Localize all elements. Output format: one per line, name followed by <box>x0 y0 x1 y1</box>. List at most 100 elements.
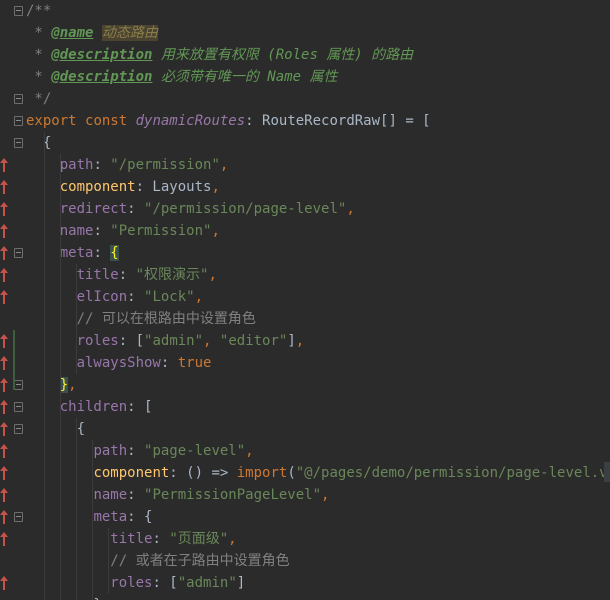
code-line[interactable]: meta: { <box>26 242 119 264</box>
change-gutter <box>0 0 12 600</box>
code-token: "PermissionPageLevel" <box>144 487 322 503</box>
vcs-change-arrow-icon[interactable] <box>0 356 8 370</box>
code-line[interactable]: */ <box>26 88 51 110</box>
vcs-change-arrow-icon[interactable] <box>0 158 8 172</box>
fold-toggle-icon[interactable] <box>14 248 23 258</box>
code-token: "Lock" <box>144 289 195 305</box>
vcs-change-arrow-icon[interactable] <box>0 466 8 480</box>
code-token: , <box>211 179 220 195</box>
vcs-change-arrow-icon[interactable] <box>0 510 8 524</box>
code-token: * <box>26 25 52 41</box>
code-line[interactable]: }, <box>26 594 110 600</box>
code-token: title <box>110 531 153 547</box>
code-token: roles <box>110 575 153 591</box>
code-line[interactable]: component: Layouts, <box>26 176 220 198</box>
code-token: : [ <box>118 333 145 349</box>
code-line[interactable]: name: "Permission", <box>26 220 220 242</box>
fold-toggle-icon[interactable] <box>14 380 23 390</box>
code-line[interactable]: // 或者在子路由中设置角色 <box>26 550 289 572</box>
code-line[interactable]: roles: ["admin"] <box>26 572 245 594</box>
indent-guide <box>76 418 77 600</box>
fold-toggle-icon[interactable] <box>14 138 23 148</box>
fold-gutter <box>12 0 26 600</box>
code-line[interactable]: alwaysShow: true <box>26 352 212 374</box>
fold-toggle-icon[interactable] <box>14 512 23 522</box>
code-token: : Layouts <box>135 179 212 195</box>
code-line[interactable]: redirect: "/permission/page-level", <box>26 198 355 220</box>
code-line[interactable]: }, <box>26 374 77 396</box>
code-line[interactable]: title: "权限演示", <box>26 264 217 286</box>
code-line[interactable]: name: "PermissionPageLevel", <box>26 484 329 506</box>
code-token: "/permission" <box>110 157 220 173</box>
code-line[interactable]: title: "页面级", <box>26 528 236 550</box>
code-token: : RouteRecordRaw[] = [ <box>245 113 431 129</box>
code-token: : <box>152 531 170 547</box>
vcs-change-arrow-icon[interactable] <box>0 422 8 436</box>
code-line[interactable]: { <box>26 132 51 154</box>
vcs-change-arrow-icon[interactable] <box>0 488 8 502</box>
vcs-change-arrow-icon[interactable] <box>0 246 8 260</box>
fold-toggle-icon[interactable] <box>14 424 23 434</box>
code-token: redirect <box>59 201 128 217</box>
code-token: : <box>127 487 145 503</box>
code-line[interactable]: component: () => import("@/pages/demo/pe… <box>26 462 610 484</box>
code-line[interactable]: * @name 动态路由 <box>26 22 158 44</box>
code-token: "/permission/page-level" <box>144 201 347 217</box>
code-token: : [ <box>127 399 153 415</box>
vcs-change-arrow-icon[interactable] <box>0 334 8 348</box>
vcs-change-arrow-icon[interactable] <box>0 400 8 414</box>
code-token: : { <box>127 509 153 525</box>
vcs-change-arrow-icon[interactable] <box>0 532 8 546</box>
code-token: { <box>110 245 119 261</box>
code-token: { <box>26 135 52 151</box>
code-token: "@/pages/demo/permission/page-level.vue" <box>295 465 610 481</box>
code-token: elIcon <box>76 289 128 305</box>
code-line[interactable]: elIcon: "Lock", <box>26 286 203 308</box>
code-line[interactable]: export const dynamicRoutes: RouteRecordR… <box>26 110 431 132</box>
code-token: , <box>346 201 355 217</box>
code-line[interactable]: roles: ["admin", "editor"], <box>26 330 305 352</box>
code-token: , <box>194 289 204 305</box>
code-line[interactable]: /** <box>26 0 51 22</box>
code-line[interactable]: * @description 必须带有唯一的 Name 属性 <box>26 66 337 88</box>
code-line[interactable]: * @description 用来放置有权限 (Roles 属性) 的路由 <box>26 44 413 66</box>
code-token: * <box>26 47 52 63</box>
vcs-change-arrow-icon[interactable] <box>0 224 8 238</box>
fold-toggle-icon[interactable] <box>14 6 23 16</box>
code-line[interactable]: path: "/permission", <box>26 154 229 176</box>
vcs-change-arrow-icon[interactable] <box>0 576 8 590</box>
code-token: "editor" <box>219 333 288 349</box>
vcs-change-arrow-icon[interactable] <box>0 378 8 392</box>
fold-toggle-icon[interactable] <box>14 94 23 104</box>
code-token: "page-level" <box>144 443 246 459</box>
code-token: : <box>118 267 136 283</box>
code-token: true <box>177 355 212 371</box>
code-token: , <box>219 157 229 173</box>
code-token: 用来放置有权限 (Roles 属性) 的路由 <box>152 47 414 63</box>
fold-toggle-icon[interactable] <box>14 402 23 412</box>
vcs-change-arrow-icon[interactable] <box>0 268 8 282</box>
vcs-change-arrow-icon[interactable] <box>0 202 8 216</box>
code-token: : <box>127 289 145 305</box>
code-token: @description <box>51 69 153 85</box>
vcs-change-arrow-icon[interactable] <box>0 444 8 458</box>
scrollbar-edge[interactable] <box>604 462 610 482</box>
fold-toggle-icon[interactable] <box>14 116 23 126</box>
code-token: "页面级" <box>169 531 229 547</box>
indent-guide <box>44 132 45 600</box>
code-token: * <box>26 69 52 85</box>
vcs-change-arrow-icon[interactable] <box>0 290 8 304</box>
code-token: , <box>68 377 77 393</box>
code-editor[interactable]: /** * @name 动态路由 * @description 用来放置有权限 … <box>0 0 610 600</box>
vcs-change-arrow-icon[interactable] <box>0 180 8 194</box>
code-token: : <box>160 355 178 371</box>
